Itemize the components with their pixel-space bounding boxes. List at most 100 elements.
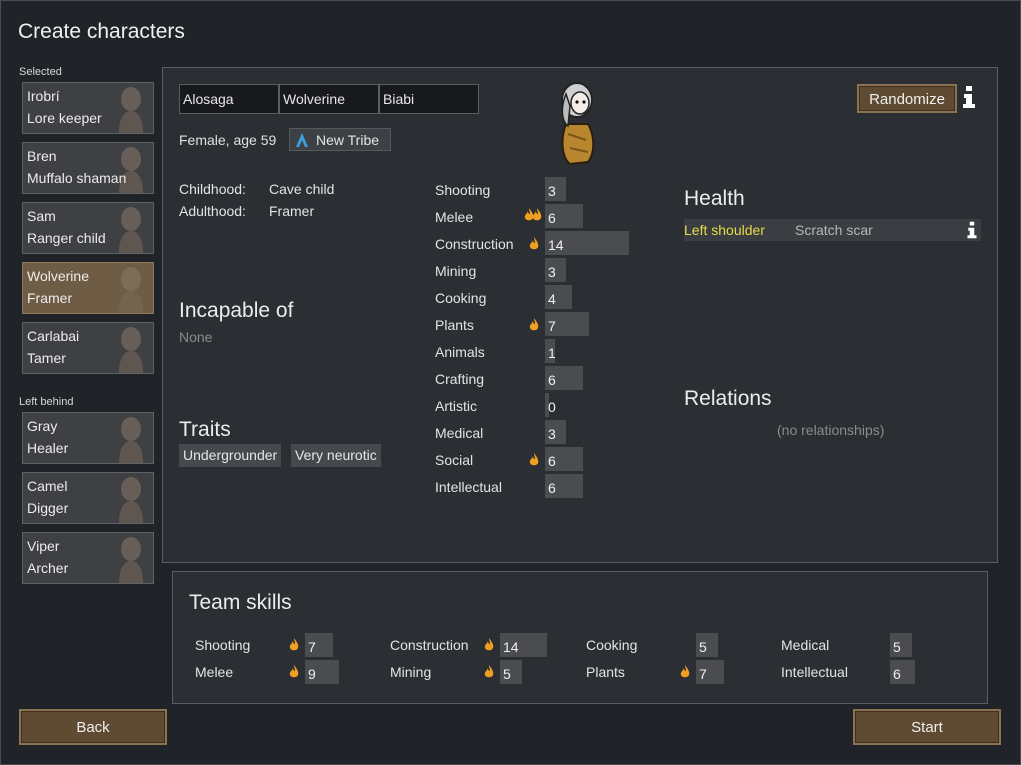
relations-heading: Relations	[684, 387, 772, 410]
skill-value: 6	[548, 453, 556, 469]
pawn-card-name: Wolverine	[27, 268, 89, 284]
adulthood-value[interactable]: Framer	[269, 203, 314, 219]
pawn-card-role: Framer	[27, 290, 73, 306]
incapable-heading: Incapable of	[179, 299, 294, 322]
passion-flame-icon	[484, 638, 494, 651]
pawn-portrait-thumb	[119, 207, 143, 253]
trait-chip[interactable]: Very neurotic	[291, 444, 381, 467]
team-skill-name: Construction	[390, 637, 469, 653]
skill-name: Mining	[435, 263, 477, 279]
pawn-portrait-thumb	[119, 537, 143, 583]
skill-value: 7	[548, 318, 556, 334]
passion-flame-icon	[529, 237, 539, 250]
team-skill-value: 5	[503, 666, 511, 682]
passion-flame-icon	[484, 665, 494, 678]
pawn-card-role: Tamer	[27, 350, 66, 366]
team-skill-name: Plants	[586, 664, 625, 680]
pawn-description: Female, age 59	[179, 132, 277, 148]
skill-value: 6	[548, 372, 556, 388]
skill-name: Crafting	[435, 371, 485, 387]
skill-name: Social	[435, 452, 474, 468]
adulthood-label: Adulthood:	[179, 203, 246, 219]
skill-value: 3	[548, 183, 556, 199]
pawn-card-role: Digger	[27, 500, 69, 516]
pawn-portrait-thumb	[119, 417, 143, 463]
randomize-button[interactable]: Randomize	[857, 84, 957, 113]
skill-name: Intellectual	[435, 479, 502, 495]
incapable-value: None	[179, 329, 213, 345]
skill-name: Animals	[435, 344, 485, 360]
skill-value: 1	[548, 345, 556, 361]
childhood-value[interactable]: Cave child	[269, 181, 334, 197]
skill-value: 14	[548, 237, 564, 253]
pawn-card[interactable]: Bren Muffalo shaman	[22, 142, 154, 194]
skill-name: Medical	[435, 425, 484, 441]
skill-value: 4	[548, 291, 556, 307]
pawn-card[interactable]: Wolverine Framer	[22, 262, 154, 314]
pawn-card-name: Carlabai	[27, 328, 80, 344]
health-condition: Scratch scar	[795, 222, 873, 238]
faction-label: New Tribe	[316, 132, 380, 148]
skill-name: Construction	[435, 236, 514, 252]
skill-name: Shooting	[435, 182, 491, 198]
pawn-portrait-thumb	[119, 327, 143, 373]
last-name-input[interactable]	[379, 84, 479, 114]
page-title: Create characters	[18, 20, 185, 43]
skill-value: 3	[548, 264, 556, 280]
first-name-input[interactable]	[179, 84, 279, 114]
pawn-card[interactable]: Camel Digger	[22, 472, 154, 524]
pawn-card-name: Sam	[27, 208, 56, 224]
traits-heading: Traits	[179, 418, 231, 441]
relations-empty: (no relationships)	[777, 422, 885, 438]
team-skill-name: Melee	[195, 664, 234, 680]
team-skill-value: 6	[893, 666, 901, 682]
left-behind-section-label: Left behind	[19, 396, 74, 408]
skill-value: 6	[548, 480, 556, 496]
back-button[interactable]: Back	[19, 709, 167, 745]
team-skill-value: 5	[699, 639, 707, 655]
team-skill-name: Intellectual	[781, 664, 848, 680]
team-skill-name: Mining	[390, 664, 432, 680]
passion-flame-icon	[289, 638, 299, 651]
trait-chip[interactable]: Undergrounder	[179, 444, 282, 467]
skill-value: 0	[548, 399, 556, 415]
faction-button[interactable]: New Tribe	[289, 128, 391, 151]
pawn-card-role: Muffalo shaman	[27, 170, 127, 186]
team-skill-value: 9	[308, 666, 316, 682]
pawn-card-role: Healer	[27, 440, 69, 456]
skill-value: 3	[548, 426, 556, 442]
pawn-portrait-thumb	[119, 87, 143, 133]
team-skill-name: Cooking	[586, 637, 638, 653]
pawn-card-name: Bren	[27, 148, 57, 164]
start-button[interactable]: Start	[853, 709, 1001, 745]
passion-flame-icon	[289, 665, 299, 678]
pawn-card[interactable]: Sam Ranger child	[22, 202, 154, 254]
team-skill-value: 7	[699, 666, 707, 682]
pawn-card[interactable]: Irobrí Lore keeper	[22, 82, 154, 134]
pawn-info-icon[interactable]	[961, 85, 977, 109]
pawn-portrait-thumb	[119, 477, 143, 523]
skill-name: Cooking	[435, 290, 487, 306]
nickname-input[interactable]	[279, 84, 379, 114]
selected-section-label: Selected	[19, 66, 62, 78]
pawn-card-role: Ranger child	[27, 230, 106, 246]
tribe-faction-icon	[296, 133, 308, 147]
pawn-card-name: Viper	[27, 538, 60, 554]
pawn-card-name: Gray	[27, 418, 58, 434]
pawn-card[interactable]: Carlabai Tamer	[22, 322, 154, 374]
skill-name: Artistic	[435, 398, 477, 414]
health-body-part: Left shoulder	[684, 222, 765, 238]
pawn-card-name: Camel	[27, 478, 68, 494]
passion-flame-icon	[680, 665, 690, 678]
team-skill-value: 7	[308, 639, 316, 655]
team-skill-value: 14	[503, 639, 519, 655]
pawn-card[interactable]: Gray Healer	[22, 412, 154, 464]
pawn-card-role: Lore keeper	[27, 110, 102, 126]
pawn-card[interactable]: Viper Archer	[22, 532, 154, 584]
skill-value: 6	[548, 210, 556, 226]
pawn-portrait	[561, 82, 595, 166]
passion-flame-icon	[529, 318, 539, 331]
skill-name: Melee	[435, 209, 474, 225]
health-info-icon[interactable]	[966, 220, 978, 240]
team-skill-name: Medical	[781, 637, 830, 653]
